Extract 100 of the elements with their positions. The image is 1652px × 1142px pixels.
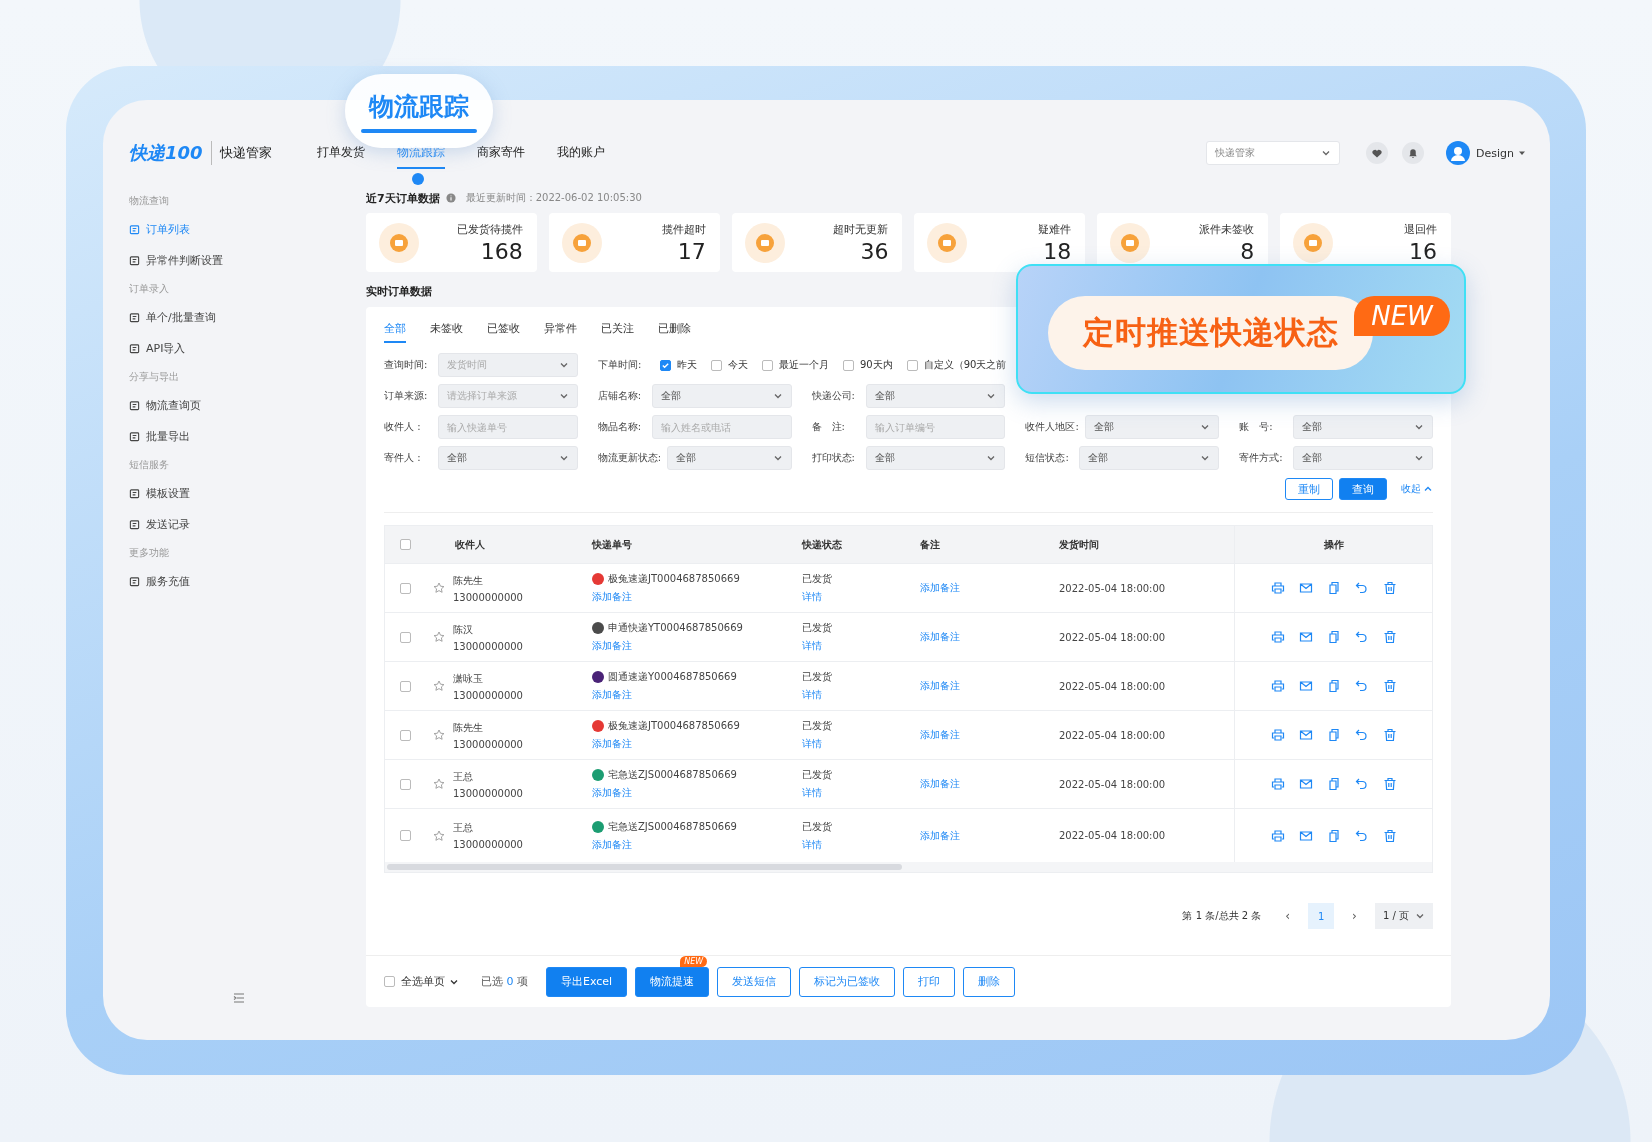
input-field[interactable]: 输入快递单号 <box>438 415 578 439</box>
sidebar-item[interactable]: API导入 <box>129 333 366 364</box>
sidebar-item[interactable]: 单个/批量查询 <box>129 302 366 333</box>
sidebar-item[interactable]: 异常件判断设置 <box>129 245 366 276</box>
stat-card[interactable]: 已发货待揽件 168 <box>366 213 537 272</box>
delete-icon[interactable] <box>1382 679 1397 693</box>
chevron-up-icon[interactable] <box>1423 484 1433 494</box>
undo-icon[interactable] <box>1354 630 1369 644</box>
search-button[interactable]: 查询 <box>1339 478 1387 500</box>
add-note-link[interactable]: 添加备注 <box>920 630 960 644</box>
select-field[interactable]: 全部 <box>667 446 792 470</box>
sidebar-item[interactable]: 批量导出 <box>129 421 366 452</box>
copy-icon[interactable] <box>1326 777 1341 791</box>
next-page-button[interactable]: › <box>1344 909 1365 923</box>
avatar-icon[interactable] <box>1446 141 1470 165</box>
select-field[interactable]: 全部 <box>438 446 578 470</box>
copy-icon[interactable] <box>1326 581 1341 595</box>
add-note-link[interactable]: 添加备注 <box>592 837 737 852</box>
undo-icon[interactable] <box>1354 828 1369 843</box>
add-note-link[interactable]: 添加备注 <box>592 688 737 702</box>
select-field[interactable]: 全部 <box>1293 415 1433 439</box>
scrollbar-thumb[interactable] <box>387 864 902 870</box>
checkbox[interactable] <box>399 680 411 692</box>
print-icon[interactable] <box>1270 679 1285 693</box>
checkbox[interactable] <box>399 582 411 594</box>
checkbox[interactable] <box>399 729 411 741</box>
add-note-link[interactable]: 添加备注 <box>920 728 960 742</box>
details-link[interactable]: 详情 <box>802 639 832 653</box>
copy-icon[interactable] <box>1326 630 1341 644</box>
action-button[interactable]: 删除 <box>963 966 1016 997</box>
date-option[interactable]: 昨天 <box>660 358 697 372</box>
print-icon[interactable] <box>1270 581 1285 595</box>
select-field[interactable]: 全部 <box>865 446 1006 470</box>
select-field[interactable]: 全部 <box>651 384 792 408</box>
reset-button[interactable]: 重制 <box>1285 478 1333 500</box>
copy-icon[interactable] <box>1326 679 1341 693</box>
print-icon[interactable] <box>1270 777 1285 791</box>
undo-icon[interactable] <box>1354 777 1369 791</box>
nav-tab[interactable]: 我的账户 <box>557 137 605 169</box>
mail-icon[interactable] <box>1298 630 1313 644</box>
action-button[interactable]: 导出Excel <box>546 966 628 997</box>
filter-tab[interactable]: 已删除 <box>658 319 691 343</box>
add-note-link[interactable]: 添加备注 <box>592 639 743 653</box>
filter-tab[interactable]: 已关注 <box>601 319 634 343</box>
caret-icon[interactable] <box>1518 149 1526 157</box>
star-icon[interactable] <box>433 631 445 643</box>
date-option[interactable]: 90天内 <box>843 358 893 372</box>
star-icon[interactable] <box>433 829 445 842</box>
filter-tab[interactable]: 未签收 <box>430 319 463 343</box>
checkbox[interactable] <box>399 830 411 841</box>
details-link[interactable]: 详情 <box>802 737 832 751</box>
filter-tab[interactable]: 全部 <box>384 319 406 343</box>
page-size-select[interactable]: 1 / 页 <box>1374 903 1433 929</box>
input-field[interactable]: 输入姓名或电话 <box>651 415 792 439</box>
prev-page-button[interactable]: ‹ <box>1277 909 1299 923</box>
print-icon[interactable] <box>1270 630 1285 644</box>
delete-icon[interactable] <box>1382 581 1397 595</box>
action-button[interactable]: 物流提速 <box>635 966 710 997</box>
nav-tab[interactable]: 商家寄件 <box>477 137 525 169</box>
stat-card[interactable]: 超时无更新 36 <box>731 213 903 272</box>
star-icon[interactable] <box>433 778 445 790</box>
undo-icon[interactable] <box>1354 679 1369 693</box>
select-field[interactable]: 全部 <box>1079 446 1220 470</box>
delete-icon[interactable] <box>1382 728 1397 742</box>
input-field[interactable]: 输入订单编号 <box>865 415 1006 439</box>
collapse-link[interactable]: 收起 <box>1401 482 1421 496</box>
select-field[interactable]: 全部 <box>1293 446 1433 470</box>
sidebar-item[interactable]: 发送记录 <box>129 509 366 540</box>
add-note-link[interactable]: 添加备注 <box>592 737 740 751</box>
star-icon[interactable] <box>433 729 445 741</box>
mail-icon[interactable] <box>1298 679 1313 693</box>
sidebar-item[interactable]: 物流查询页 <box>129 390 366 421</box>
checkbox[interactable] <box>399 631 411 643</box>
undo-icon[interactable] <box>1354 728 1369 742</box>
undo-icon[interactable] <box>1354 581 1369 595</box>
stat-card[interactable]: 揽件超时 17 <box>548 213 720 272</box>
filter-tab[interactable]: 已签收 <box>487 319 520 343</box>
collapse-icon[interactable] <box>233 993 245 1003</box>
delete-icon[interactable] <box>1382 630 1397 644</box>
date-option[interactable]: 自定义（90天之前 <box>906 358 1007 372</box>
user-menu[interactable]: Design <box>1476 146 1514 160</box>
stat-card[interactable]: 疑难件 18 <box>914 213 1086 272</box>
nav-tab[interactable]: 打单发货 <box>317 137 365 169</box>
add-note-link[interactable]: 添加备注 <box>592 786 737 800</box>
details-link[interactable]: 详情 <box>802 837 832 852</box>
select-field[interactable]: 全部 <box>1084 415 1220 439</box>
checkbox[interactable] <box>399 778 411 790</box>
bell-icon[interactable] <box>1402 142 1424 164</box>
add-note-link[interactable]: 添加备注 <box>920 777 960 791</box>
print-icon[interactable] <box>1270 828 1285 843</box>
star-icon[interactable] <box>433 582 445 594</box>
mail-icon[interactable] <box>1298 828 1313 843</box>
select-field[interactable]: 全部 <box>865 384 1006 408</box>
copy-icon[interactable] <box>1326 828 1341 843</box>
delete-icon[interactable] <box>1382 828 1397 843</box>
star-icon[interactable] <box>433 680 445 692</box>
details-link[interactable]: 详情 <box>802 688 832 702</box>
action-button[interactable]: 打印 <box>903 966 956 997</box>
select-all-checkbox[interactable]: 全选单页 <box>384 974 445 989</box>
details-link[interactable]: 详情 <box>802 786 832 800</box>
